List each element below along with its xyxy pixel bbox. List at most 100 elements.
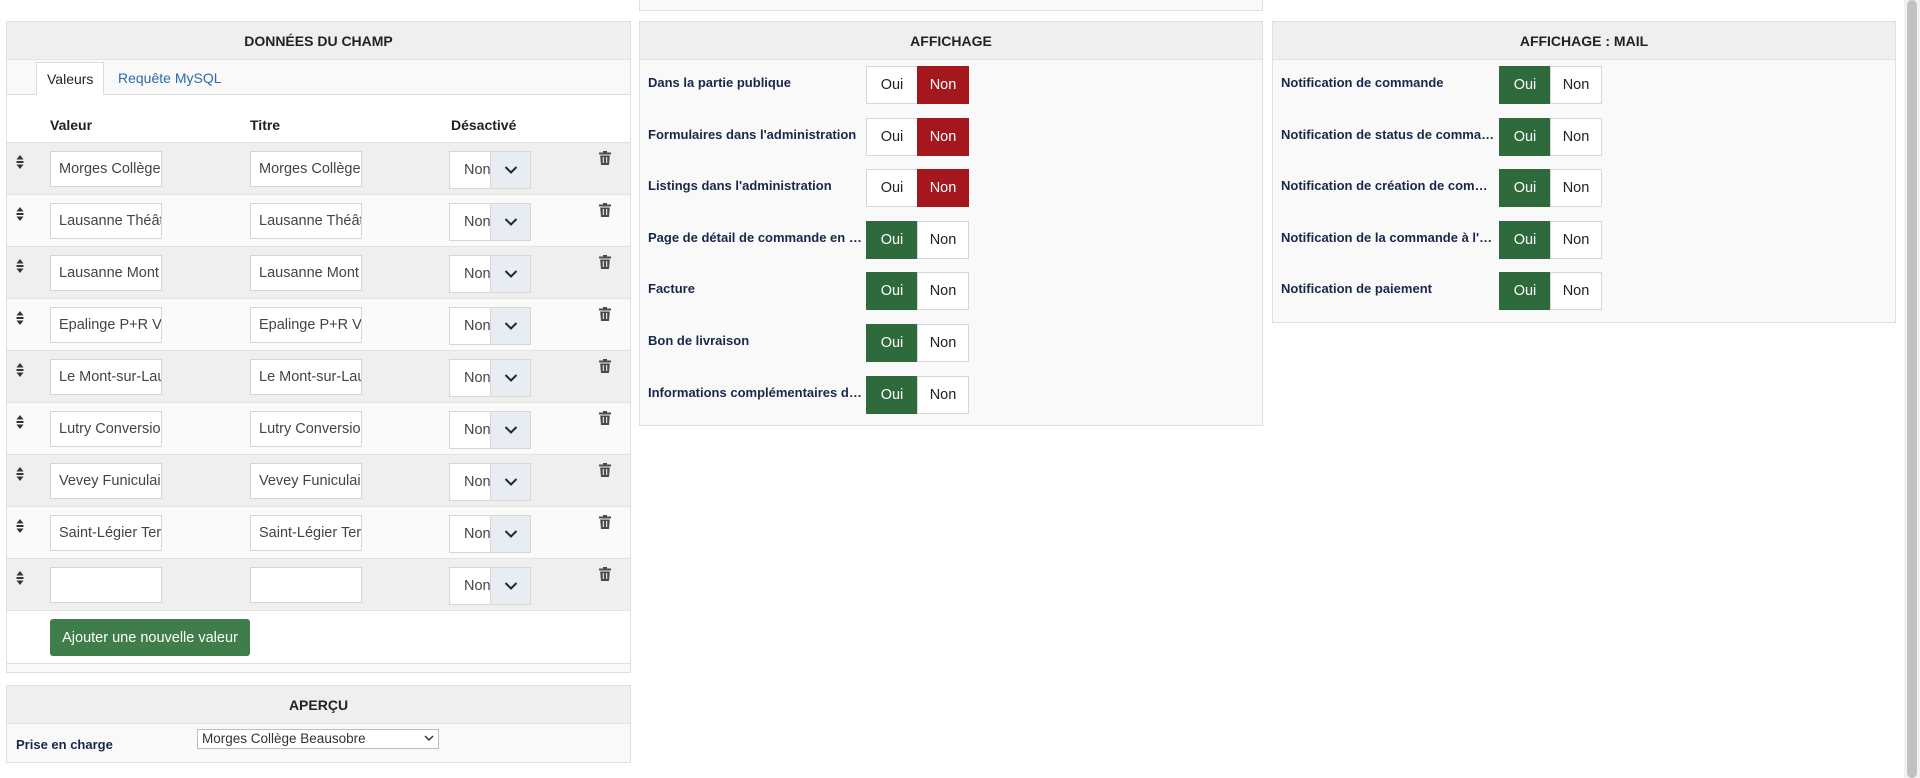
yes-no-toggle: Oui Non <box>866 272 969 311</box>
toggle-yes-button[interactable]: Oui <box>866 220 918 259</box>
value-input[interactable]: Epalinge P+R Ve <box>50 307 162 343</box>
disabled-select[interactable]: Non <box>449 411 531 449</box>
select-toggle[interactable] <box>490 516 530 552</box>
toggle-no-button[interactable]: Non <box>917 169 969 208</box>
drag-handle-icon[interactable] <box>15 362 25 378</box>
toggle-no-button[interactable]: Non <box>1550 272 1602 311</box>
select-toggle[interactable] <box>490 568 530 604</box>
toggle-no-button[interactable]: Non <box>917 220 969 259</box>
tab-mysql-query[interactable]: Requête MySQL <box>108 62 232 96</box>
display-option-row: Formulaires dans l'administration Oui Non <box>640 112 1262 163</box>
toggle-yes-button[interactable]: Oui <box>866 324 918 362</box>
trash-icon[interactable] <box>599 359 611 373</box>
title-input[interactable] <box>250 567 362 603</box>
display-mail-options: Notification de commande Oui Non Notificati… <box>1273 60 1895 322</box>
value-input[interactable]: Lutry Conversio <box>50 411 162 447</box>
trash-icon[interactable] <box>599 463 611 477</box>
toggle-no-button[interactable]: Non <box>1550 169 1602 208</box>
toggle-yes-button[interactable]: Oui <box>1499 117 1551 156</box>
drag-handle-icon[interactable] <box>15 414 25 430</box>
title-input[interactable]: Morges Collège <box>250 151 362 187</box>
toggle-no-button[interactable]: Non <box>917 66 969 104</box>
preview-select[interactable]: Morges Collège Beausobre <box>197 729 439 749</box>
chevron-down-icon <box>504 270 517 278</box>
title-input[interactable]: Lutry Conversio <box>250 411 362 447</box>
chevron-down-icon <box>424 735 434 742</box>
title-input[interactable]: Epalinge P+R Ve <box>250 307 362 343</box>
field-data-panel: DONNÉES DU CHAMP Valeurs Requête MySQL V… <box>6 21 631 673</box>
disabled-select[interactable]: Non <box>449 255 531 293</box>
toggle-yes-button[interactable]: Oui <box>866 272 918 311</box>
mail-option-row: Notification de création de comman... Oui… <box>1273 163 1895 214</box>
title-input[interactable]: Vevey Funiculai <box>250 463 362 499</box>
drag-handle-icon[interactable] <box>15 518 25 534</box>
toggle-no-button[interactable]: Non <box>1550 220 1602 259</box>
disabled-select[interactable]: Non <box>449 515 531 553</box>
toggle-no-button[interactable]: Non <box>1550 66 1602 104</box>
toggle-yes-button[interactable]: Oui <box>1499 66 1551 104</box>
toggle-no-button[interactable]: Non <box>917 375 969 414</box>
disabled-select[interactable]: Non <box>449 359 531 397</box>
option-label: Page de détail de commande en par... <box>648 229 863 245</box>
trash-icon[interactable] <box>599 255 611 269</box>
select-toggle[interactable] <box>490 152 530 188</box>
select-toggle[interactable] <box>490 256 530 292</box>
disabled-select[interactable]: Non <box>449 307 531 345</box>
toggle-no-button[interactable]: Non <box>917 272 969 311</box>
select-toggle[interactable] <box>490 308 530 344</box>
trash-icon[interactable] <box>599 567 611 581</box>
display-options: Dans la partie publique Oui Non Formulaires… <box>640 60 1262 425</box>
trash-icon[interactable] <box>599 515 611 529</box>
toggle-no-button[interactable]: Non <box>1550 117 1602 156</box>
page-scrollbar-thumb[interactable] <box>1907 0 1917 778</box>
title-input[interactable]: Le Mont-sur-Lau <box>250 359 362 395</box>
option-label: Dans la partie publique <box>648 75 792 90</box>
tab-values[interactable]: Valeurs <box>36 62 105 96</box>
drag-handle-icon[interactable] <box>15 154 25 170</box>
value-input[interactable]: Morges Collège <box>50 151 162 187</box>
disabled-select[interactable]: Non <box>449 463 531 501</box>
toggle-yes-button[interactable]: Oui <box>866 375 918 414</box>
title-input[interactable]: Lausanne Théât <box>250 203 362 239</box>
option-label: Facture <box>648 281 695 297</box>
toggle-yes-button[interactable]: Oui <box>866 169 918 208</box>
disabled-select[interactable]: Non <box>449 203 531 241</box>
disabled-select[interactable]: Non <box>449 151 531 189</box>
toggle-yes-button[interactable]: Oui <box>1499 169 1551 208</box>
add-value-button[interactable]: Ajouter une nouvelle valeur <box>50 619 250 656</box>
chevron-down-icon <box>504 218 517 226</box>
select-toggle[interactable] <box>490 412 530 448</box>
value-input[interactable]: Lausanne Mont <box>50 255 162 291</box>
value-input[interactable]: Vevey Funiculai <box>50 463 162 499</box>
value-input[interactable]: Lausanne Théât <box>50 203 162 239</box>
title-input[interactable]: Lausanne Mont <box>250 255 362 291</box>
toggle-no-button[interactable]: Non <box>917 117 969 156</box>
disabled-select[interactable]: Non <box>449 567 531 605</box>
title-input[interactable]: Saint-Légier Ter <box>250 515 362 551</box>
drag-handle-icon[interactable] <box>15 310 25 326</box>
toggle-no-button[interactable]: Non <box>917 324 969 362</box>
toggle-yes-button[interactable]: Oui <box>1499 272 1551 311</box>
trash-icon[interactable] <box>599 151 611 165</box>
trash-icon[interactable] <box>599 411 611 425</box>
select-toggle[interactable] <box>490 360 530 396</box>
values-table-body: Morges Collège Morges Collège Non Lausanne … <box>7 143 630 611</box>
page-scrollbar[interactable] <box>1904 0 1920 778</box>
select-toggle[interactable] <box>490 204 530 240</box>
table-row: Morges Collège Morges Collège Non <box>7 143 630 195</box>
chevron-down-icon <box>504 374 517 382</box>
value-input[interactable] <box>50 567 162 603</box>
disabled-select-value: Non <box>464 214 490 230</box>
drag-handle-icon[interactable] <box>15 258 25 274</box>
value-input[interactable]: Le Mont-sur-Lau <box>50 359 162 395</box>
toggle-yes-button[interactable]: Oui <box>866 117 918 156</box>
value-input[interactable]: Saint-Légier Ter <box>50 515 162 551</box>
toggle-yes-button[interactable]: Oui <box>1499 220 1551 259</box>
drag-handle-icon[interactable] <box>15 466 25 482</box>
trash-icon[interactable] <box>599 203 611 217</box>
select-toggle[interactable] <box>490 464 530 500</box>
toggle-yes-button[interactable]: Oui <box>866 66 918 104</box>
drag-handle-icon[interactable] <box>15 570 25 586</box>
trash-icon[interactable] <box>599 307 611 321</box>
drag-handle-icon[interactable] <box>15 206 25 222</box>
